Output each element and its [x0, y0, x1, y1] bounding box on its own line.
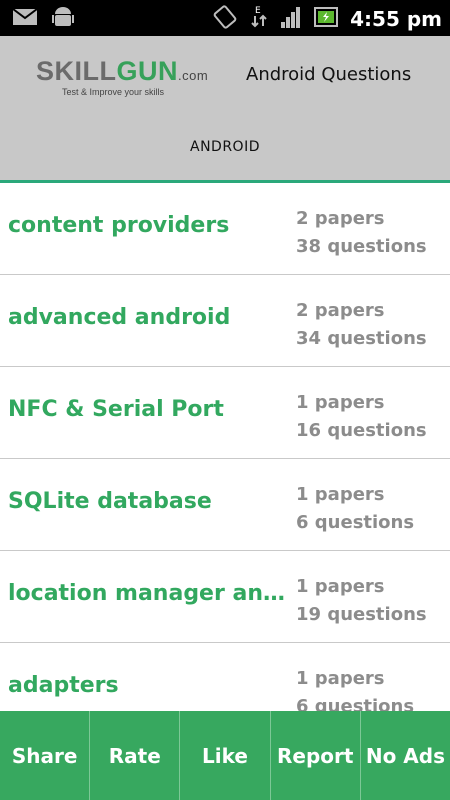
list-item[interactable]: NFC & Serial Port 1 papers 16 questions [0, 367, 450, 459]
skillgun-logo[interactable]: SKILLGUN.com Test & Improve your skills [36, 56, 208, 97]
paper-count: 1 papers [296, 668, 385, 689]
bottom-toolbar: Share Rate Like Report No Ads [0, 711, 450, 800]
topic-name: location manager an... [8, 581, 286, 606]
tab-android[interactable]: ANDROID [0, 139, 450, 155]
status-time: 4:55 pm [350, 7, 442, 31]
android-debug-icon [52, 6, 74, 32]
svg-text:E: E [255, 6, 261, 16]
topic-name: SQLite database [8, 489, 212, 514]
rotate-icon [212, 4, 238, 34]
logo-tagline: Test & Improve your skills [62, 87, 165, 97]
topic-stats: 1 papers 6 questions [296, 481, 414, 537]
paper-count: 2 papers [296, 300, 385, 321]
question-count: 34 questions [296, 328, 427, 349]
question-count: 16 questions [296, 420, 427, 441]
list-item[interactable]: SQLite database 1 papers 6 questions [0, 459, 450, 551]
data-transfer-icon: E [250, 4, 268, 34]
question-count: 6 questions [296, 696, 415, 711]
paper-count: 1 papers [296, 576, 385, 597]
list-item[interactable]: advanced android 2 papers 34 questions [0, 275, 450, 367]
topic-stats: 2 papers 38 questions [296, 205, 427, 261]
gmail-icon [12, 7, 38, 31]
signal-icon [280, 5, 302, 33]
topic-stats: 2 papers 34 questions [296, 297, 427, 353]
paper-count: 2 papers [296, 208, 385, 229]
battery-icon [314, 5, 339, 33]
report-button[interactable]: Report [271, 711, 361, 800]
list-item[interactable]: location manager an... 1 papers 19 quest… [0, 551, 450, 643]
question-count: 19 questions [296, 604, 427, 625]
topic-name: advanced android [8, 305, 231, 330]
share-button[interactable]: Share [0, 711, 91, 800]
rate-button[interactable]: Rate [90, 711, 181, 800]
no-ads-button[interactable]: No Ads [361, 711, 450, 800]
topic-stats: 1 papers 19 questions [296, 573, 427, 629]
topic-name: NFC & Serial Port [8, 397, 224, 422]
topic-stats: 1 papers 16 questions [296, 389, 427, 445]
topic-name: adapters [8, 673, 119, 698]
list-item[interactable]: adapters 1 papers 6 questions [0, 643, 450, 711]
status-bar: E 4:55 pm [0, 0, 450, 36]
topic-list[interactable]: content providers 2 papers 38 questions … [0, 183, 450, 711]
paper-count: 1 papers [296, 484, 385, 505]
question-count: 38 questions [296, 236, 427, 257]
question-count: 6 questions [296, 512, 415, 533]
paper-count: 1 papers [296, 392, 385, 413]
topic-name: content providers [8, 213, 230, 238]
list-item[interactable]: content providers 2 papers 38 questions [0, 183, 450, 275]
app-header: SKILLGUN.com Test & Improve your skills … [0, 36, 450, 183]
topic-stats: 1 papers 6 questions [296, 665, 414, 711]
like-button[interactable]: Like [180, 711, 271, 800]
page-title: Android Questions [246, 64, 412, 85]
